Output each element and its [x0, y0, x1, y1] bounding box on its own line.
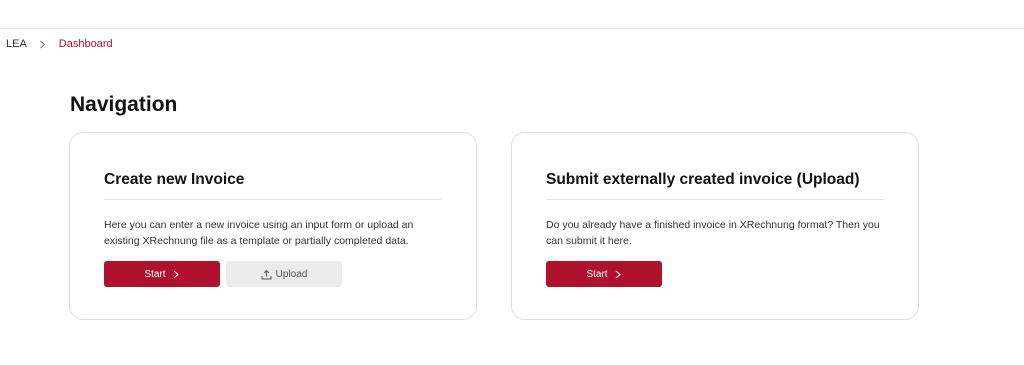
create-invoice-card: Create new Invoice Here you can enter a …	[69, 132, 477, 320]
start-submit-invoice-button[interactable]: Start	[546, 261, 662, 287]
upload-icon	[261, 269, 272, 280]
breadcrumb: LEA Dashboard	[6, 37, 113, 51]
button-label: Start	[144, 268, 166, 280]
breadcrumb-item-lea[interactable]: LEA	[6, 38, 27, 50]
button-label: Upload	[275, 268, 308, 280]
card-divider	[104, 199, 442, 200]
card-description: Here you can enter a new invoice using a…	[104, 219, 414, 247]
card-title: Create new Invoice	[104, 171, 245, 188]
card-description: Do you already have a finished invoice i…	[546, 219, 880, 247]
card-divider	[546, 199, 884, 200]
breadcrumb-item-dashboard: Dashboard	[58, 38, 113, 50]
upload-button[interactable]: Upload	[226, 261, 342, 287]
chevron-right-icon	[614, 270, 622, 279]
button-label: Start	[586, 268, 608, 280]
start-create-invoice-button[interactable]: Start	[104, 261, 220, 287]
top-bar	[0, 0, 1024, 29]
chevron-right-icon	[38, 40, 47, 49]
submit-external-invoice-card: Submit externally created invoice (Uploa…	[511, 132, 919, 320]
chevron-right-icon	[172, 270, 180, 279]
page-title: Navigation	[70, 93, 178, 116]
card-title: Submit externally created invoice (Uploa…	[546, 171, 860, 188]
